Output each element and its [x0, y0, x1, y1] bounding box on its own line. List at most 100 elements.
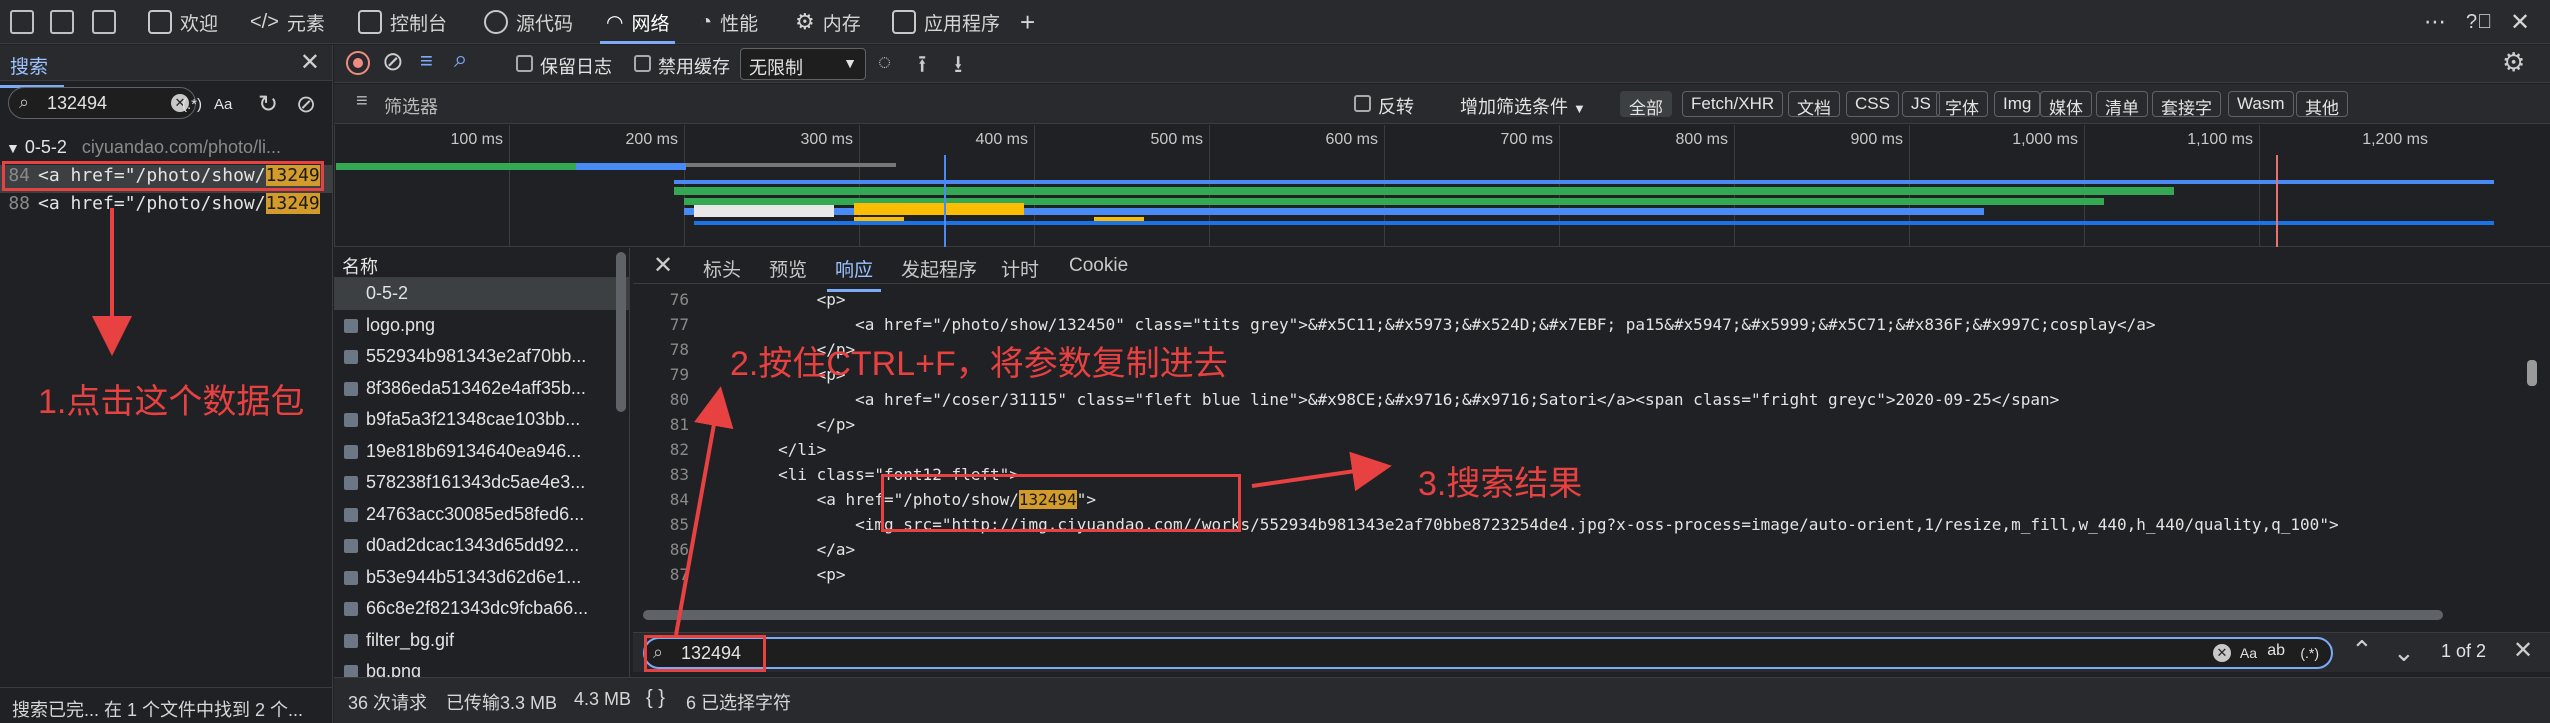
filter-chip[interactable]: Wasm: [2228, 91, 2294, 117]
search-panel-title[interactable]: 搜索: [0, 52, 65, 88]
tab-initiator[interactable]: 发起程序: [901, 255, 977, 282]
settings-icon[interactable]: ⚙: [2502, 47, 2525, 78]
help-button[interactable]: ?⃝: [2466, 0, 2492, 44]
tab-elements[interactable]: </> 元素: [250, 0, 325, 44]
inspect-icon[interactable]: [10, 10, 34, 34]
more-filters-dropdown[interactable]: 增加筛选条件 ▼: [1460, 93, 1586, 119]
help-icon: ?⃝: [2466, 10, 2493, 33]
waterfall-bar: [336, 163, 576, 170]
tab-timing[interactable]: 计时: [1001, 255, 1039, 282]
filter-chip[interactable]: Img: [1994, 91, 2041, 117]
image-file-icon: [344, 570, 358, 585]
tab-network[interactable]: ◠ 网络: [600, 0, 676, 44]
search-result-row[interactable]: 88 <a href="/photo/show/13249: [0, 193, 333, 221]
export-icon[interactable]: ⭳: [954, 47, 962, 88]
clear-find-icon[interactable]: ✕: [2213, 644, 2231, 662]
timeline-tick: 400 ms: [859, 125, 1034, 247]
invert-checkbox[interactable]: [1354, 95, 1371, 112]
filter-chip[interactable]: 清单: [2096, 91, 2148, 118]
regex-toggle[interactable]: (.*): [2300, 645, 2319, 661]
find-bar: ⌕ 132494 ✕ Aa ab (.*) ⌃ ⌄ 1 of 2 ✕: [633, 632, 2550, 672]
filter-chip[interactable]: Fetch/XHR: [1682, 91, 1784, 117]
sidebar-toggle-icon[interactable]: [92, 10, 116, 34]
case-toggle[interactable]: Aa: [214, 96, 232, 113]
tab-application[interactable]: 应用程序: [892, 0, 1000, 44]
pretty-print-button[interactable]: { }: [646, 687, 665, 710]
find-input[interactable]: ⌕ 132494 ✕ Aa ab (.*): [643, 637, 2333, 669]
image-file-icon: [344, 413, 358, 427]
vertical-scrollbar[interactable]: [2527, 360, 2537, 386]
request-row[interactable]: b53e944b51343d62d6e1...: [334, 562, 629, 594]
tab-cookie[interactable]: Cookie: [1069, 255, 1128, 277]
more-menu-button[interactable]: ⋯: [2424, 0, 2446, 44]
close-devtools-button[interactable]: ✕: [2510, 0, 2530, 44]
filter-toggle-icon[interactable]: ≡: [420, 48, 433, 74]
line-number: 84: [669, 490, 689, 509]
filter-chip[interactable]: CSS: [1846, 91, 1899, 117]
filter-chip[interactable]: JS: [1902, 91, 1940, 117]
import-icon[interactable]: ⭱: [918, 47, 926, 88]
network-toolbar: ⊘ ≡ ⌕ 保留日志 禁用缓存 无限制 ▼ ◌ ⭱ ⭳ ⚙: [334, 45, 2550, 83]
chevron-up-icon[interactable]: ⌃: [2351, 635, 2373, 666]
waterfall-overview[interactable]: 100 ms 200 ms 300 ms 400 ms 500 ms 600 m…: [334, 125, 2550, 247]
filter-chip[interactable]: 字体: [1936, 91, 1988, 118]
line-number: 83: [669, 465, 689, 484]
filter-input[interactable]: 筛选器: [384, 93, 438, 119]
device-toolbar-icon[interactable]: [50, 10, 74, 34]
close-icon[interactable]: ✕: [653, 251, 673, 280]
whole-word-icon[interactable]: ab: [2267, 642, 2285, 660]
timeline-tick: 1,200 ms: [2259, 125, 2434, 247]
tab-memory[interactable]: ⚙ 内存: [795, 0, 861, 44]
refresh-icon[interactable]: ↻: [258, 90, 278, 119]
clear-icon[interactable]: ⊘: [382, 46, 404, 77]
dom-content-loaded-marker: [944, 155, 946, 247]
search-input[interactable]: ⌕ 132494 ✕: [8, 87, 196, 119]
request-row[interactable]: 8f386eda513462e4aff35b...: [334, 373, 629, 405]
request-row[interactable]: 552934b981343e2af70bb...: [334, 341, 629, 373]
filter-chip[interactable]: 全部: [1620, 91, 1672, 118]
preserve-log-checkbox[interactable]: [516, 55, 533, 72]
disable-cache-checkbox[interactable]: [634, 55, 651, 72]
chevron-down-icon[interactable]: ⌄: [2393, 637, 2415, 668]
tab-console[interactable]: 控制台: [358, 0, 447, 44]
filter-chip[interactable]: 文档: [1788, 91, 1840, 118]
line-number: 86: [669, 540, 689, 559]
clear-icon[interactable]: ⊘: [296, 90, 316, 119]
tab-headers[interactable]: 标头: [703, 255, 741, 282]
close-icon[interactable]: ✕: [2513, 636, 2533, 665]
response-code[interactable]: 76 <p> 77 <a href="/photo/show/132450" cl…: [633, 290, 2533, 590]
horizontal-scrollbar[interactable]: [643, 610, 2443, 620]
record-icon[interactable]: [346, 51, 370, 75]
request-row[interactable]: 66c8e2f821343dc9fcba66...: [334, 593, 629, 625]
line-number: 81: [669, 415, 689, 434]
resource-size: 4.3 MB: [574, 689, 632, 709]
filter-bar: ≡ 筛选器 反转 增加筛选条件 ▼ 全部 Fetch/XHR 文档 CSS JS…: [334, 84, 2550, 124]
throttle-select[interactable]: 无限制 ▼: [740, 48, 866, 80]
image-file-icon: [344, 444, 358, 459]
search-icon[interactable]: ⌕: [454, 46, 467, 74]
close-icon[interactable]: ✕: [300, 48, 320, 77]
tab-sources[interactable]: 源代码: [484, 0, 573, 44]
case-toggle[interactable]: Aa: [2240, 645, 2257, 661]
tab-preview[interactable]: 预览: [769, 255, 807, 282]
filter-chip[interactable]: 其他: [2296, 91, 2348, 118]
request-row[interactable]: filter_bg.gif: [334, 625, 629, 657]
request-row[interactable]: 0-5-2: [334, 278, 629, 310]
request-row[interactable]: d0ad2dcac1343d65dd92...: [334, 530, 629, 562]
tab-performance[interactable]: ◔ 性能: [700, 0, 758, 44]
filter-chip[interactable]: 套接字: [2152, 91, 2221, 118]
code-line: 80 <a href="/coser/31115" class="fleft b…: [633, 390, 2060, 415]
request-row[interactable]: 24763acc30085ed58fed6...: [334, 499, 629, 531]
add-tab-button[interactable]: +: [1020, 0, 1035, 44]
tab-response[interactable]: 响应: [826, 255, 882, 292]
request-row[interactable]: 19e818b69134640ea946...: [334, 436, 629, 468]
request-row[interactable]: b9fa5a3f21348cae103bb...: [334, 404, 629, 436]
tab-welcome[interactable]: 欢迎: [148, 0, 218, 44]
request-list-scrollbar[interactable]: [616, 252, 626, 412]
regex-toggle[interactable]: (.*): [182, 96, 202, 113]
request-row[interactable]: logo.png: [334, 310, 629, 342]
name-column-header[interactable]: 名称: [334, 248, 629, 278]
filter-chip[interactable]: 媒体: [2040, 91, 2092, 118]
request-row[interactable]: 578238f161343dc5ae4e3...: [334, 467, 629, 499]
network-conditions-icon[interactable]: ◌: [878, 49, 891, 75]
